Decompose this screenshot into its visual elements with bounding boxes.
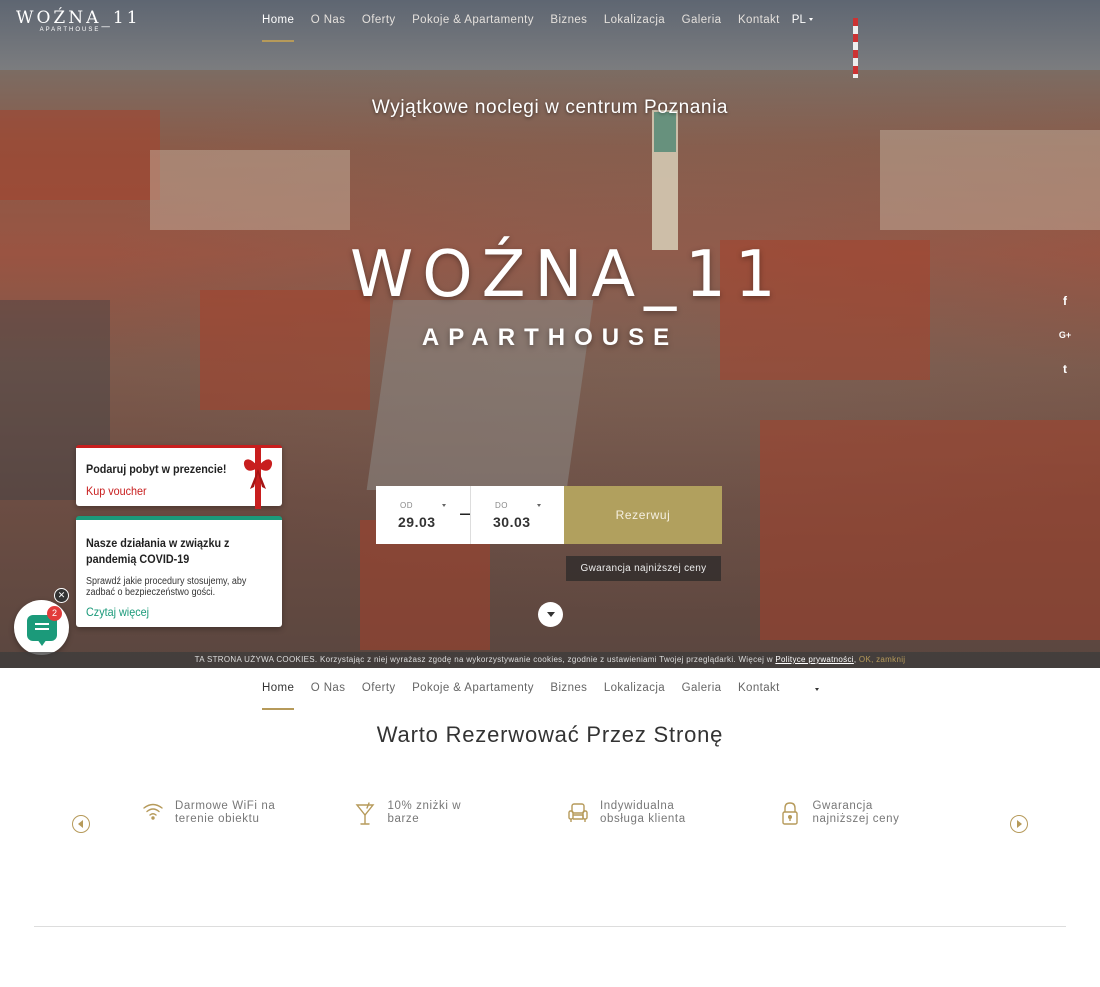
scroll-down-button[interactable] bbox=[538, 602, 563, 627]
features-list: Darmowe WiFi na terenie obiektu 10% zniż… bbox=[130, 800, 980, 830]
voucher-title: Podaruj pobyt w prezencie! bbox=[86, 462, 227, 476]
date-from-label: OD bbox=[400, 501, 413, 510]
booking-form: OD 29.03 ⟶ DO 30.03 Rezerwuj bbox=[376, 486, 722, 544]
date-from-picker[interactable]: OD 29.03 bbox=[376, 486, 470, 544]
nav-home[interactable]: Home bbox=[262, 0, 295, 42]
language-selector[interactable]: PL bbox=[792, 0, 813, 26]
hero-roofs bbox=[0, 110, 160, 200]
cookie-text: TA STRONA UŻYWA COOKIES. Korzystając z n… bbox=[194, 655, 773, 664]
date-to-value: 30.03 bbox=[493, 514, 531, 530]
chevron-down-icon bbox=[537, 504, 541, 507]
hero-buildings bbox=[150, 150, 350, 230]
nav-oferty[interactable]: Oferty bbox=[362, 0, 396, 42]
feature-item: Indywidualna obsługa klienta bbox=[555, 800, 768, 830]
nav-kontakt[interactable]: Kontakt bbox=[738, 0, 780, 42]
feature-item: 10% zniżki w barze bbox=[343, 800, 556, 830]
google-plus-icon[interactable]: G+ bbox=[1056, 326, 1074, 344]
armchair-icon bbox=[555, 800, 600, 830]
feature-item: Darmowe WiFi na terenie obiektu bbox=[130, 800, 343, 830]
arrow-right-icon bbox=[1017, 820, 1022, 828]
chevron-down-icon bbox=[442, 504, 446, 507]
sticky-navigation: Home O Nas Oferty Pokoje & Apartamenty B… bbox=[262, 668, 822, 710]
feature-text: Gwarancja najniższej ceny bbox=[812, 800, 900, 825]
chevron-down-icon bbox=[808, 18, 813, 22]
covid-popup[interactable]: Nasze działania w związku z pandemią COV… bbox=[76, 516, 282, 627]
nav-biznes[interactable]: Biznes bbox=[550, 0, 587, 42]
hero-buildings bbox=[880, 130, 1100, 230]
chevron-down-icon bbox=[815, 687, 820, 691]
nav-kontakt[interactable]: Kontakt bbox=[738, 668, 780, 710]
nav-lokalizacja[interactable]: Lokalizacja bbox=[604, 668, 665, 710]
wifi-icon bbox=[130, 800, 175, 830]
covid-description: Sprawdź jakie procedury stosujemy, aby z… bbox=[86, 576, 247, 598]
carousel-prev-button[interactable] bbox=[72, 815, 90, 833]
reserve-button[interactable]: Rezerwuj bbox=[564, 486, 722, 544]
cookie-banner: TA STRONA UŻYWA COOKIES. Korzystając z n… bbox=[0, 652, 1100, 668]
nav-galeria[interactable]: Galeria bbox=[682, 0, 722, 42]
date-to-picker[interactable]: DO 30.03 bbox=[470, 486, 564, 544]
voucher-link[interactable]: Kup voucher bbox=[86, 484, 147, 498]
site-logo[interactable]: WOŹNA_11 APARTHOUSE bbox=[16, 8, 141, 42]
chat-button[interactable] bbox=[14, 600, 69, 655]
arrow-left-icon bbox=[78, 820, 83, 828]
twitter-icon[interactable]: t bbox=[1056, 360, 1074, 378]
cocktail-icon bbox=[343, 800, 388, 830]
gift-ribbon-icon bbox=[243, 445, 273, 509]
language-label: PL bbox=[791, 14, 806, 26]
feature-text: 10% zniżki w barze bbox=[387, 800, 462, 825]
nav-lokalizacja[interactable]: Lokalizacja bbox=[604, 0, 665, 42]
lock-icon bbox=[768, 800, 813, 830]
feature-text: Indywidualna obsługa klienta bbox=[600, 800, 686, 825]
logo-wordmark: WOŹNA_11 bbox=[16, 8, 141, 28]
feature-text: Darmowe WiFi na terenie obiektu bbox=[175, 800, 276, 825]
hero-roofs bbox=[760, 420, 1100, 640]
carousel-next-button[interactable] bbox=[1010, 815, 1028, 833]
section-title: Warto Rezerwować Przez Stronę bbox=[376, 722, 724, 747]
date-from-value: 29.03 bbox=[398, 514, 436, 530]
caret-down-icon bbox=[546, 612, 555, 617]
nav-galeria[interactable]: Galeria bbox=[682, 668, 722, 710]
hero-logo-subtitle: APARTHOUSE bbox=[421, 324, 679, 351]
feature-item: Gwarancja najniższej ceny bbox=[768, 800, 981, 830]
facebook-icon[interactable]: f bbox=[1056, 292, 1074, 310]
nav-o-nas[interactable]: O Nas bbox=[311, 0, 346, 42]
social-links: f G+ t bbox=[1056, 292, 1074, 394]
nav-pokoje[interactable]: Pokoje & Apartamenty bbox=[412, 668, 534, 710]
section-divider bbox=[34, 926, 1066, 927]
close-icon[interactable]: ✕ bbox=[54, 588, 69, 603]
covid-title: Nasze działania w związku z pandemią COV… bbox=[86, 536, 230, 566]
notification-badge: 2 bbox=[47, 606, 62, 621]
date-to-label: DO bbox=[495, 501, 508, 510]
nav-biznes[interactable]: Biznes bbox=[550, 668, 587, 710]
voucher-popup[interactable]: Podaruj pobyt w prezencie! Kup voucher bbox=[76, 445, 282, 509]
nav-oferty[interactable]: Oferty bbox=[362, 668, 396, 710]
hero-logo-wordmark: WOŹNA_11 bbox=[350, 238, 785, 312]
hero-roofs bbox=[200, 290, 370, 410]
hero-logo: WOŹNA_11 APARTHOUSE bbox=[350, 238, 785, 352]
chimney bbox=[853, 18, 858, 78]
cookie-accept-button[interactable]: OK, zamknij bbox=[859, 655, 905, 664]
nav-pokoje[interactable]: Pokoje & Apartamenty bbox=[412, 0, 534, 42]
nav-o-nas[interactable]: O Nas bbox=[311, 668, 346, 710]
best-price-guarantee[interactable]: Gwarancja najniższej ceny bbox=[566, 556, 721, 581]
covid-read-more-link[interactable]: Czytaj więcej bbox=[86, 605, 149, 619]
language-selector[interactable] bbox=[812, 668, 822, 710]
nav-home[interactable]: Home bbox=[262, 668, 295, 710]
hero-tagline: Wyjątkowe noclegi w centrum Poznania bbox=[371, 97, 729, 118]
privacy-policy-link[interactable]: Polityce prywatności bbox=[775, 655, 853, 664]
town-hall-spire bbox=[654, 112, 676, 152]
top-navigation: Home O Nas Oferty Pokoje & Apartamenty B… bbox=[262, 0, 813, 42]
